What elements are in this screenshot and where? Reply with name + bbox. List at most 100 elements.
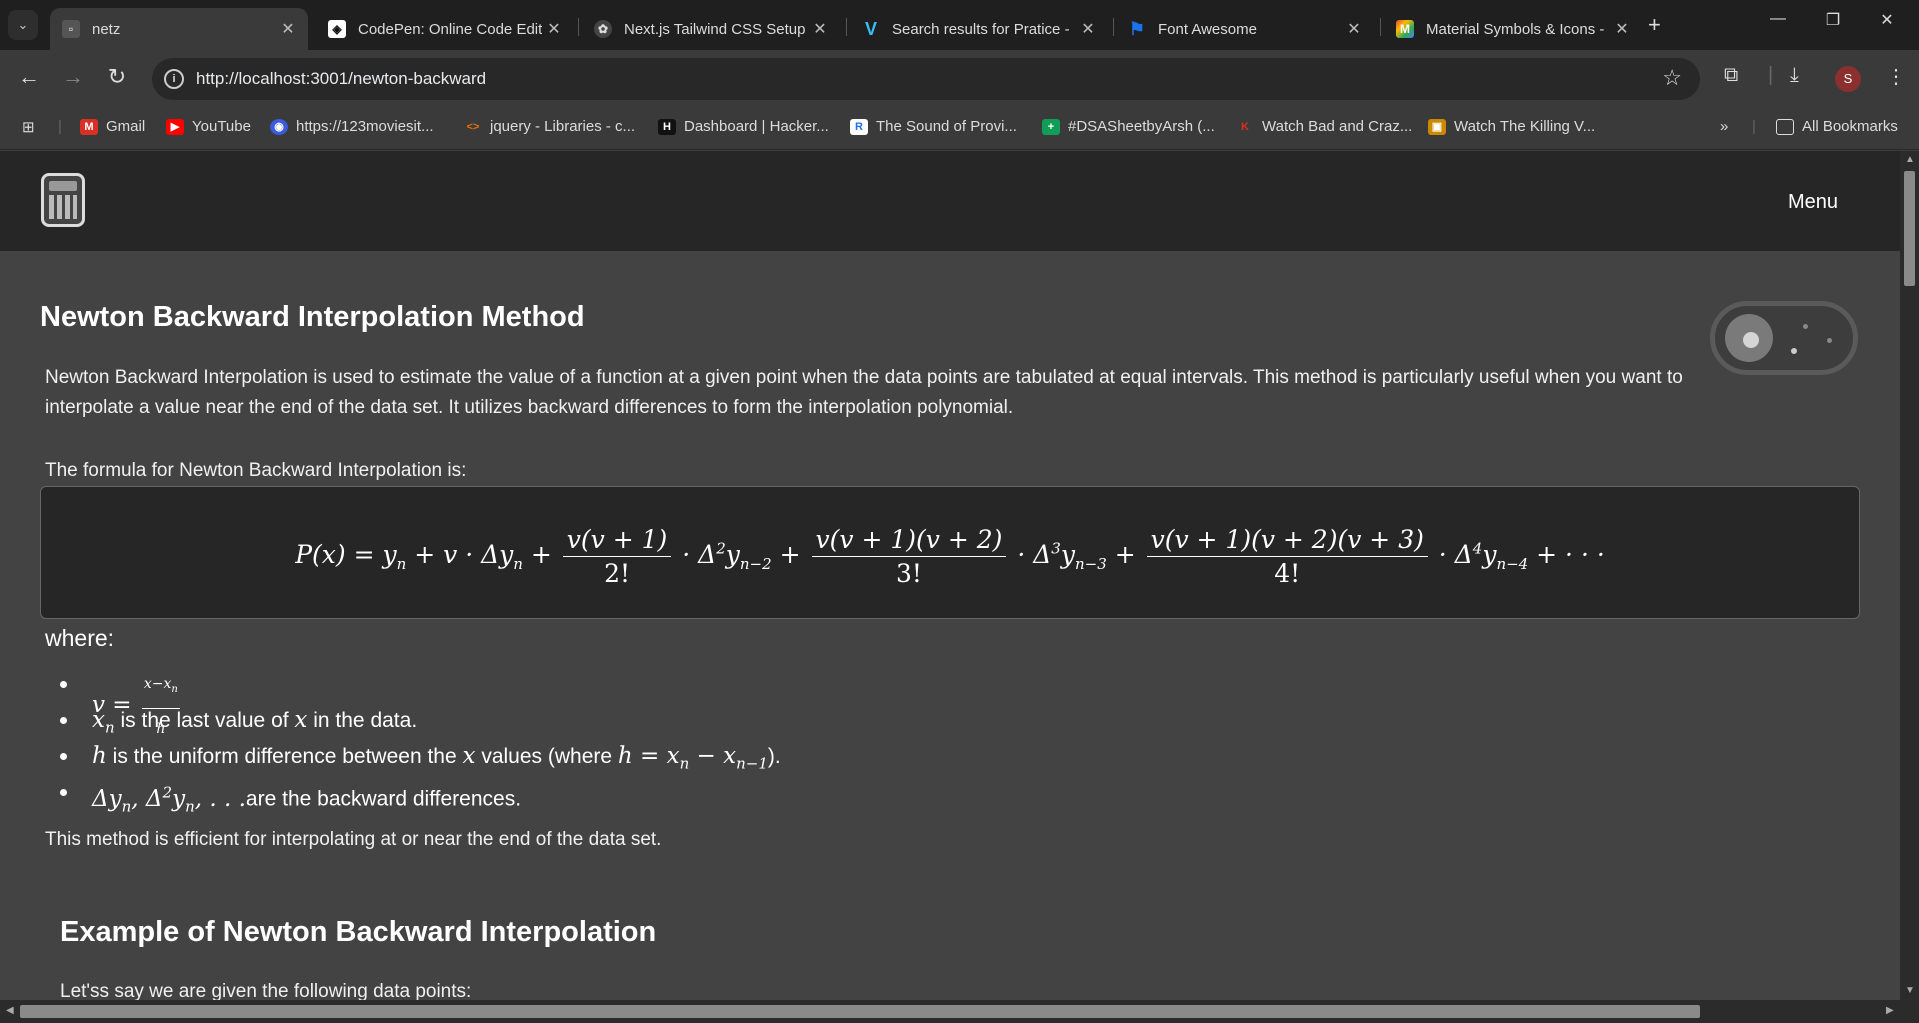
list-item: v = x−xn h — [60, 666, 781, 737]
k-icon: K — [1241, 120, 1249, 133]
codepen-icon: ◈ — [328, 20, 346, 38]
bookmark-gmail[interactable]: M Gmail — [80, 118, 145, 135]
tab-search-results[interactable]: V Search results for Pratice - ✕ — [850, 8, 1108, 50]
intro-paragraph: Newton Backward Interpolation is used to… — [45, 367, 1683, 418]
theme-toggle[interactable] — [1710, 301, 1858, 375]
tab-netz[interactable]: ▫ netz ✕ — [50, 8, 308, 50]
close-icon[interactable]: ✕ — [276, 19, 300, 39]
plus-icon: + — [1648, 12, 1661, 37]
tab-search-button[interactable]: ⌄ — [8, 10, 38, 40]
tab-separator — [1113, 18, 1114, 36]
menu-button[interactable]: Menu — [1788, 191, 1838, 214]
bookmark-dsa-sheet[interactable]: + #DSASheetbyArsh (... — [1042, 118, 1215, 135]
moon-icon — [1725, 314, 1773, 362]
youtube-icon: ▶ — [166, 118, 184, 135]
tab-font-awesome[interactable]: ⚑ Font Awesome ✕ — [1116, 8, 1374, 50]
tab-nextjs[interactable]: ✿ Next.js Tailwind CSS Setup ✕ — [582, 8, 840, 50]
hackerrank-icon: H — [658, 118, 676, 135]
close-icon[interactable]: ✕ — [1076, 19, 1100, 39]
bookmark-123movies[interactable]: ◉ https://123moviesit... — [270, 118, 434, 135]
bookmark-label: https://123moviesit... — [296, 118, 434, 135]
tab-title: Material Symbols & Icons - — [1426, 20, 1605, 38]
tab-title: Search results for Pratice - — [892, 20, 1070, 38]
toolbar-divider: | — [1768, 64, 1774, 86]
list-item: h is the uniform difference between the … — [60, 738, 781, 774]
formula-box: P(x) = yn + v · Δyn + v(v + 1) 2! · Δ2yn−… — [40, 486, 1860, 619]
bookmark-youtube[interactable]: ▶ YouTube — [166, 118, 251, 135]
flag-icon: ⚑ — [1128, 18, 1146, 39]
bookmark-divider: | — [58, 118, 62, 135]
all-bookmarks-button[interactable]: All Bookmarks — [1776, 118, 1898, 135]
close-window-button[interactable]: ✕ — [1867, 10, 1907, 30]
r-icon: R — [850, 118, 868, 135]
tab-codepen[interactable]: ◈ CodePen: Online Code Edit ✕ — [316, 8, 574, 50]
tv-icon: ▣ — [1428, 118, 1446, 135]
bookmark-label: #DSASheetbyArsh (... — [1068, 118, 1215, 135]
close-icon[interactable]: ✕ — [542, 19, 566, 39]
minimize-button[interactable]: — — [1758, 10, 1798, 28]
close-icon[interactable]: ✕ — [1342, 19, 1366, 39]
download-icon[interactable]: ⤓ — [1790, 64, 1799, 87]
scroll-up-icon[interactable]: ▲ — [1905, 154, 1915, 165]
tab-title: CodePen: Online Code Edit — [358, 20, 542, 38]
horizontal-scrollbar[interactable]: ◀ ▶ — [0, 1000, 1919, 1023]
bookmark-hackerrank[interactable]: H Dashboard | Hacker... — [658, 118, 829, 135]
scroll-thumb[interactable] — [1904, 171, 1915, 286]
forward-button[interactable]: → — [58, 64, 88, 90]
vertical-scrollbar[interactable]: ▲ ▼ — [1900, 151, 1919, 1000]
tab-separator — [1380, 18, 1381, 36]
bookmark-label: Watch Bad and Craz... — [1262, 118, 1413, 135]
film-reel-icon: ◉ — [270, 118, 288, 135]
more-vert-icon[interactable]: ⋮ — [1886, 64, 1906, 89]
material-icon: M — [1396, 20, 1414, 38]
back-button[interactable]: ← — [14, 64, 44, 90]
tab-separator — [578, 18, 579, 36]
scroll-thumb[interactable] — [20, 1005, 1700, 1018]
star-icon[interactable]: ☆ — [1662, 65, 1682, 91]
close-icon[interactable]: ✕ — [1610, 19, 1634, 39]
v-logo-icon: V — [864, 18, 877, 39]
bookmark-bad-and-crazy[interactable]: K Watch Bad and Craz... — [1236, 118, 1412, 135]
efficiency-note: This method is efficient for interpolati… — [45, 829, 662, 850]
example-intro: Let'ss say we are given the following da… — [60, 981, 472, 1000]
scroll-right-icon[interactable]: ▶ — [1886, 1005, 1894, 1016]
url-text[interactable]: http://localhost:3001/newton-backward — [196, 69, 486, 89]
page-title: Newton Backward Interpolation Method — [40, 301, 585, 333]
tab-material-symbols[interactable]: M Material Symbols & Icons - ✕ — [1384, 8, 1642, 50]
bookmark-label: All Bookmarks — [1802, 118, 1898, 135]
bookmarks-bar: ⊞ | M Gmail ▶ YouTube ◉ https://123moviesit… — [0, 108, 1919, 150]
bookmark-label: Gmail — [106, 118, 146, 135]
close-icon[interactable]: ✕ — [808, 19, 832, 39]
arrow-left-icon: ← — [18, 64, 40, 89]
example-title: Example of Newton Backward Interpolation — [60, 916, 657, 948]
bookmark-label: YouTube — [192, 118, 251, 135]
extensions-icon[interactable]: ⧉ — [1724, 64, 1738, 87]
tab-title: Next.js Tailwind CSS Setup — [624, 20, 806, 38]
address-bar[interactable]: i http://localhost:3001/newton-backward … — [152, 58, 1700, 100]
tab-separator — [846, 18, 847, 36]
tab-title: Font Awesome — [1158, 20, 1257, 38]
new-tab-button[interactable]: + — [1648, 12, 1661, 38]
chevron-double-right-icon[interactable]: » — [1720, 118, 1728, 135]
reload-button[interactable]: ↻ — [102, 64, 132, 90]
apps-icon[interactable]: ⊞ — [22, 118, 35, 136]
bookmark-label: jquery - Libraries - c... — [490, 118, 636, 135]
bookmark-divider: | — [1752, 118, 1756, 135]
bookmark-killing-v[interactable]: ▣ Watch The Killing V... — [1428, 118, 1595, 135]
bookmark-label: Watch The Killing V... — [1454, 118, 1596, 135]
bookmark-jquery[interactable]: <> jquery - Libraries - c... — [464, 118, 635, 135]
page-content: Menu Newton Backward Interpolation Metho… — [0, 151, 1900, 1000]
restore-icon: ❐ — [1825, 12, 1841, 29]
scroll-left-icon[interactable]: ◀ — [6, 1005, 14, 1016]
scroll-down-icon[interactable]: ▼ — [1905, 985, 1915, 996]
formula: P(x) = yn + v · Δyn + v(v + 1) 2! · Δ2yn−… — [295, 525, 1605, 588]
restore-button[interactable]: ❐ — [1813, 10, 1853, 30]
site-info-icon[interactable]: i — [164, 69, 184, 89]
formula-intro: The formula for Newton Backward Interpol… — [45, 460, 467, 481]
definitions-list: v = x−xn h xn is the last value of x in t… — [60, 666, 781, 815]
star-dot — [1803, 324, 1808, 329]
calculator-icon[interactable] — [41, 173, 85, 227]
avatar[interactable]: S — [1835, 66, 1861, 92]
bookmark-sound-of-provi[interactable]: R The Sound of Provi... — [850, 118, 1017, 135]
site-header: Menu — [0, 151, 1900, 251]
